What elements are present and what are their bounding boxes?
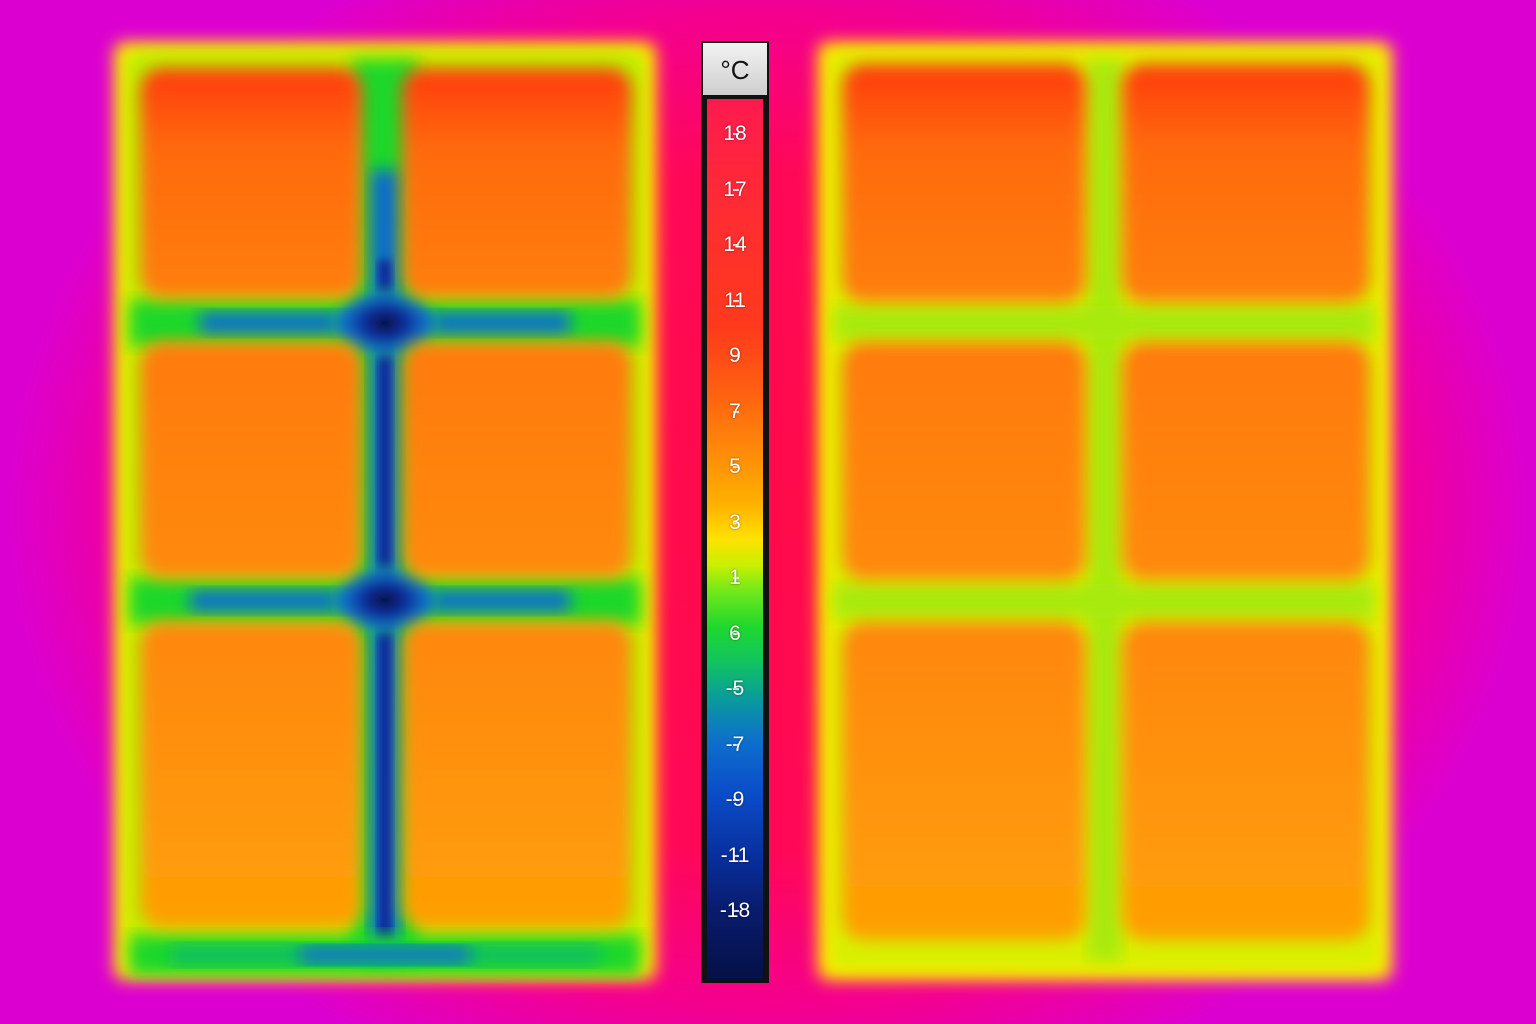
right-transom-upper — [834, 306, 1374, 340]
scale-tick-label: -11 — [720, 843, 750, 867]
scale-unit-label: °C — [703, 43, 767, 97]
scale-tick-label: -5 — [725, 677, 745, 700]
left-pane-5 — [140, 622, 362, 928]
scale-tick-label: 18 — [723, 122, 747, 145]
scale-tick-label: 14 — [723, 233, 747, 256]
scale-tick-label: -18 — [719, 899, 751, 922]
left-window — [114, 42, 656, 980]
scale-tick-label: 17 — [723, 177, 747, 201]
temperature-scale: °C 18 17 14 11 9 7 5 3 1 6 -5 -7 -9 -11 -18 — [701, 41, 769, 983]
left-pane-2 — [402, 68, 632, 298]
left-pane-1 — [140, 68, 362, 298]
left-pane-4 — [402, 342, 632, 578]
left-pane-3 — [140, 342, 362, 578]
scale-tick-label: 9 — [729, 344, 741, 367]
scale-tick-label: 5 — [729, 455, 741, 478]
thermal-image: °C 18 17 14 11 9 7 5 3 1 6 -5 -7 -9 -11 -18 — [0, 0, 1536, 1024]
right-pane-5 — [842, 622, 1086, 940]
scale-tick-label: 3 — [729, 510, 741, 534]
right-window — [818, 42, 1392, 980]
left-pane-6 — [402, 622, 632, 928]
scale-tick-label: 7 — [729, 399, 741, 423]
scale-tick-label: -9 — [725, 788, 745, 811]
right-pane-6 — [1122, 622, 1370, 940]
scale-tick-label: -7 — [725, 732, 745, 756]
scale-tick-label: 6 — [729, 621, 741, 645]
scale-tick-label: 11 — [724, 288, 746, 312]
right-pane-2 — [1122, 64, 1370, 302]
scale-tick-label: 1 — [729, 566, 741, 589]
right-pane-4 — [1122, 342, 1370, 580]
right-pane-1 — [842, 64, 1086, 302]
right-pane-3 — [842, 342, 1086, 580]
right-mullion — [1088, 60, 1122, 960]
right-transom-lower — [834, 584, 1374, 618]
